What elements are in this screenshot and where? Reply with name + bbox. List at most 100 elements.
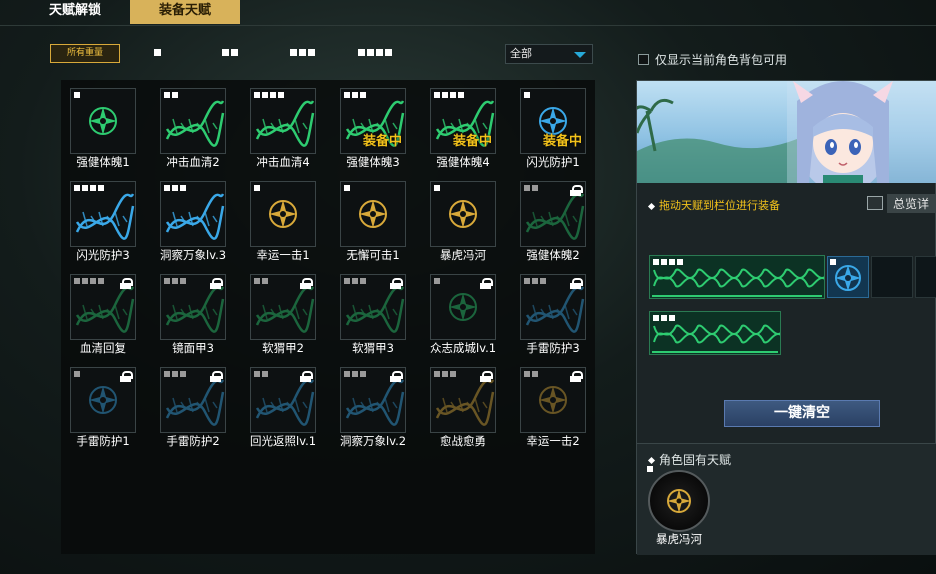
weight-pip-icon: [270, 92, 276, 98]
category-dropdown[interactable]: 全部: [505, 44, 593, 64]
talent-card[interactable]: 强健体魄1: [70, 88, 136, 170]
weight-pips: [434, 92, 464, 98]
talent-grid-panel: 强健体魄1 冲击血清2 冲击血清4 装备中 强健体魄3 装备中 强健体魄4 装备中 闪光防护1 闪…: [61, 80, 595, 554]
weight-pip-icon: [532, 278, 538, 284]
talent-card[interactable]: 装备中 闪光防护1: [520, 88, 586, 170]
lock-icon: [570, 371, 583, 382]
talent-card[interactable]: 强健体魄2: [520, 181, 586, 263]
equipped-badge: 装备中: [362, 134, 402, 149]
talent-name: 强健体魄1: [76, 155, 130, 169]
bullet-diamond-icon: [647, 202, 656, 210]
tab-talent-unlock[interactable]: 天赋解锁: [20, 0, 130, 24]
talent-card[interactable]: 幸运一击1: [250, 181, 316, 263]
talent-slot-frame: [160, 181, 226, 247]
talent-name: 洞察万象lv.3: [160, 248, 226, 262]
weight-pips: [344, 185, 350, 191]
talent-slot-frame: [70, 367, 136, 433]
weight-pip-icon: [661, 259, 667, 265]
weight-pip-icon: [352, 92, 358, 98]
weight-pip-icon: [360, 371, 366, 377]
equip-slot-gear[interactable]: [827, 256, 869, 298]
weight-pip-icon: [524, 185, 530, 191]
talent-name: 强健体魄3: [346, 155, 400, 169]
inherent-talent-section: 角色固有天赋 暴虎冯河: [637, 443, 936, 555]
weight-pip-icon: [385, 49, 392, 56]
weight-pip-icon: [164, 371, 170, 377]
equip-slot-long-1[interactable]: [649, 255, 831, 299]
weight-pip-icon: [74, 185, 80, 191]
talent-card[interactable]: 洞察万象lv.3: [160, 181, 226, 263]
equip-slot-empty-2[interactable]: [915, 256, 936, 298]
weight-pip-icon: [308, 49, 315, 56]
talent-card[interactable]: 幸运一击2: [520, 367, 586, 449]
talent-card[interactable]: 软猬甲2: [250, 274, 316, 356]
tab-equip-talent[interactable]: 装备天赋: [130, 0, 240, 24]
weight-pips: [344, 278, 366, 284]
inherent-talent-icon[interactable]: [648, 470, 710, 532]
talent-slot-frame: 装备中: [520, 88, 586, 154]
talent-card[interactable]: 装备中强健体魄3: [340, 88, 406, 170]
checkbox[interactable]: [638, 53, 649, 65]
gear-badge-icon: [269, 200, 297, 228]
weight-pip-icon: [434, 92, 440, 98]
weight-pips: [524, 278, 546, 284]
weight-pip-icon: [661, 315, 667, 321]
talent-slot-frame: 装备中: [430, 88, 496, 154]
talent-card[interactable]: 装备中 强健体魄4: [430, 88, 496, 170]
weight-pip-icon: [180, 371, 186, 377]
weight-pip-icon: [434, 185, 440, 191]
talent-card[interactable]: 暴虎冯河: [430, 181, 496, 263]
weight-pip-icon: [532, 371, 538, 377]
talent-card[interactable]: 洞察万象lv.2: [340, 367, 406, 449]
weight-pip-icon: [254, 92, 260, 98]
equip-slot-empty-1[interactable]: [871, 256, 913, 298]
talent-card[interactable]: 无懈可击1: [340, 181, 406, 263]
weight-pip-icon: [172, 185, 178, 191]
talent-card[interactable]: 众志成城lv.1: [430, 274, 496, 356]
talent-name: 强健体魄4: [436, 155, 490, 169]
talent-slot-frame: [430, 367, 496, 433]
talent-card[interactable]: 冲击血清4: [250, 88, 316, 170]
talent-card[interactable]: 闪光防护3: [70, 181, 136, 263]
talent-name: 手雷防护1: [76, 434, 130, 448]
talent-slot-frame: [430, 181, 496, 247]
filter-all-weights-button[interactable]: 所有重量: [50, 44, 120, 63]
weight-pip-icon: [172, 371, 178, 377]
talent-card[interactable]: 血清回复: [70, 274, 136, 356]
show-available-toggle[interactable]: 仅显示当前角色背包可用: [638, 51, 787, 67]
equipped-badge: 装备中: [542, 134, 582, 149]
weight-pips: [524, 185, 538, 191]
talent-slot-frame: [160, 88, 226, 154]
talent-card[interactable]: 回光返照lv.1: [250, 367, 316, 449]
talent-card[interactable]: 软猬甲3: [340, 274, 406, 356]
drag-hint-text: 拖动天赋到栏位进行装备: [647, 197, 780, 213]
filter-weight-3-button[interactable]: [290, 49, 315, 56]
weight-pip-icon: [450, 92, 456, 98]
filter-weight-2-button[interactable]: [222, 49, 238, 56]
weight-pip-icon: [524, 278, 530, 284]
talent-card[interactable]: 手雷防护3: [520, 274, 586, 356]
talent-card[interactable]: 愈战愈勇: [430, 367, 496, 449]
weight-pip-icon: [344, 278, 350, 284]
talent-card[interactable]: 镜面甲3: [160, 274, 226, 356]
talent-name: 闪光防护3: [76, 248, 130, 262]
talent-card[interactable]: 冲击血清2: [160, 88, 226, 170]
talent-name: 回光返照lv.1: [250, 434, 316, 448]
filter-weight-1-button[interactable]: [154, 49, 161, 56]
lock-icon: [120, 278, 133, 289]
clear-all-button[interactable]: 一键清空: [724, 400, 880, 427]
weight-pip-icon: [154, 49, 161, 56]
talent-card[interactable]: 手雷防护2: [160, 367, 226, 449]
weight-pips: [254, 278, 268, 284]
weight-pip-icon: [262, 371, 268, 377]
talent-card[interactable]: 手雷防护1: [70, 367, 136, 449]
overview-details-button[interactable]: 总览详: [867, 193, 936, 213]
inherent-talent-name: 暴虎冯河: [656, 532, 702, 546]
weight-pip-icon: [231, 49, 238, 56]
talent-slot-frame: [70, 88, 136, 154]
weight-pip-icon: [352, 371, 358, 377]
filter-weight-4-button[interactable]: [358, 49, 392, 56]
lock-icon: [480, 278, 493, 289]
talent-name: 软猬甲3: [352, 341, 394, 355]
equip-slot-long-2[interactable]: [649, 311, 787, 355]
